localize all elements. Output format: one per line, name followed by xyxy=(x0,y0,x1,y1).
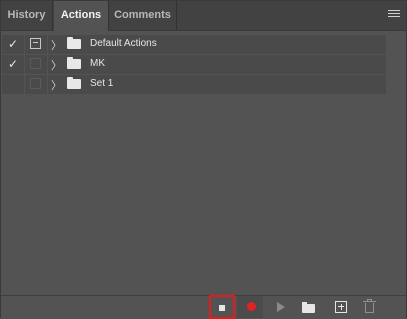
folder-icon xyxy=(67,37,81,49)
trash-lid xyxy=(363,301,376,302)
action-set-row[interactable]: ✓ 〉 MK xyxy=(1,55,406,74)
chevron-right-icon[interactable]: 〉 xyxy=(51,77,62,93)
panel-menu-icon[interactable] xyxy=(388,10,400,21)
folder-icon xyxy=(67,77,81,89)
trash-icon xyxy=(365,303,374,313)
play-icon xyxy=(277,302,285,312)
chevron-right-icon[interactable]: 〉 xyxy=(51,37,62,53)
toggle-dialog-cell[interactable] xyxy=(25,75,47,94)
dialog-toggle-empty xyxy=(30,58,41,69)
toggle-item-cell[interactable] xyxy=(2,75,24,94)
tab-history[interactable]: History xyxy=(1,1,53,30)
toggle-dialog-cell[interactable] xyxy=(25,35,47,54)
action-set-label: Set 1 xyxy=(90,78,114,89)
play-button[interactable] xyxy=(269,296,291,318)
new-action-button[interactable] xyxy=(330,296,352,318)
actions-toolbar xyxy=(1,295,406,319)
action-set-row[interactable]: ✓ 〉 Default Actions xyxy=(1,35,406,54)
toggle-item-cell[interactable]: ✓ xyxy=(2,35,24,54)
action-set-content[interactable]: 〉 Default Actions xyxy=(48,35,386,54)
action-set-label: Default Actions xyxy=(90,38,157,49)
new-set-folder-icon xyxy=(302,302,315,313)
action-set-content[interactable]: 〉 MK xyxy=(48,55,386,74)
toggle-dialog-cell[interactable] xyxy=(25,55,47,74)
actions-panel: History Actions Comments ✓ 〉 Default Act… xyxy=(0,0,407,319)
tab-comments[interactable]: Comments xyxy=(109,1,177,30)
stop-button[interactable] xyxy=(209,295,235,319)
stop-icon xyxy=(219,305,225,311)
checkmark-icon: ✓ xyxy=(8,37,19,51)
new-action-icon xyxy=(335,301,347,313)
record-button[interactable] xyxy=(241,296,263,318)
folder-icon xyxy=(67,57,81,69)
record-icon xyxy=(247,302,256,311)
action-set-content[interactable]: 〉 Set 1 xyxy=(48,75,386,94)
toggle-item-cell[interactable]: ✓ xyxy=(2,55,24,74)
new-set-button[interactable] xyxy=(297,296,319,318)
chevron-right-icon[interactable]: 〉 xyxy=(51,57,62,73)
action-set-label: MK xyxy=(90,58,105,69)
dialog-toggle-empty xyxy=(30,78,41,89)
dialog-toggle-icon xyxy=(30,38,41,49)
tab-actions[interactable]: Actions xyxy=(54,1,109,31)
panel-tab-bar: History Actions Comments xyxy=(1,1,406,31)
checkmark-icon: ✓ xyxy=(8,57,19,71)
action-set-row[interactable]: 〉 Set 1 xyxy=(1,75,406,94)
delete-button[interactable] xyxy=(359,296,381,318)
